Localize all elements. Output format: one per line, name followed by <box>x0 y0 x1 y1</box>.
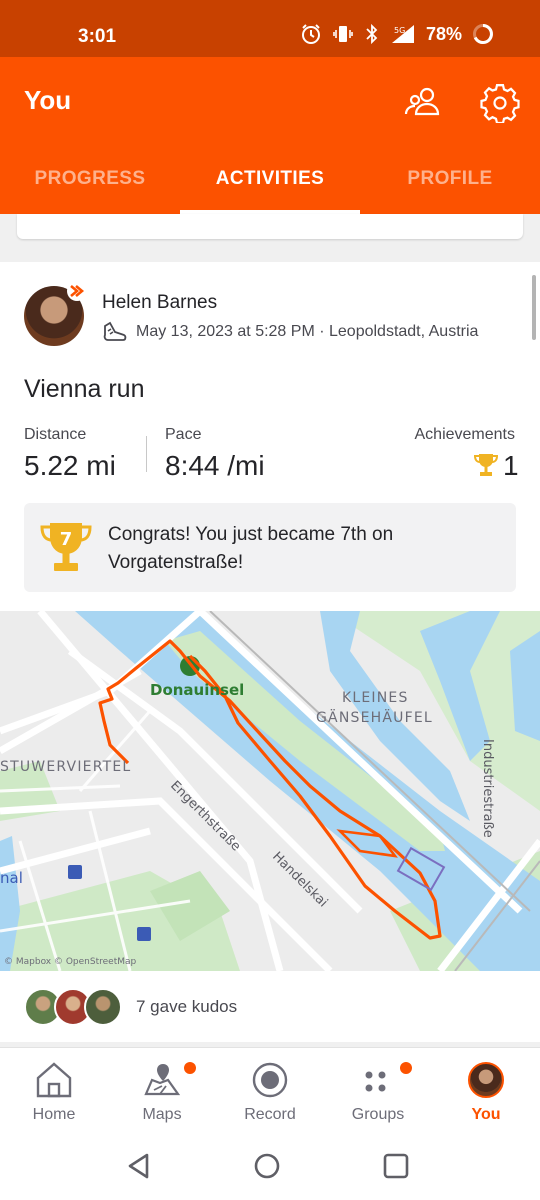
tab-profile[interactable]: PROFILE <box>360 153 540 214</box>
nav-you[interactable]: You <box>432 1048 540 1133</box>
home-icon <box>36 1062 72 1098</box>
kudos-avatars[interactable] <box>24 988 124 1026</box>
nav-groups-label: Groups <box>351 1106 405 1123</box>
svg-text:5G: 5G <box>394 26 405 35</box>
kudos-count[interactable]: 7 gave kudos <box>136 997 237 1017</box>
bluetooth-icon <box>366 23 378 45</box>
trophy-icon <box>474 454 498 476</box>
distance-label: Distance <box>24 426 87 443</box>
map-label-stuwerviertel: STUWERVIERTEL <box>0 759 131 775</box>
groups-icon <box>365 1071 386 1092</box>
previous-feed-card <box>17 214 523 239</box>
route-map[interactable]: Donauinsel KLEINES GÄNSEHÄUFEL STUWERVIE… <box>0 611 540 971</box>
recents-icon[interactable] <box>380 1150 412 1182</box>
battery-ring-icon <box>473 24 493 44</box>
status-time: 3:01 <box>78 26 117 47</box>
tab-activities[interactable]: ACTIVITIES <box>180 153 360 214</box>
nav-record-label: Record <box>244 1106 296 1123</box>
signal-5g-icon: 5G <box>391 25 414 43</box>
status-bar: 3:01 5G 78% <box>0 0 540 57</box>
app-header: You PROGRESS ACTIVITIES PROFILE <box>0 57 540 214</box>
rank-number: 7 <box>60 529 73 550</box>
nav-home[interactable]: Home <box>0 1048 108 1133</box>
map-attribution: © Mapbox © OpenStreetMap <box>4 957 137 967</box>
map-label-donauinsel: Donauinsel <box>150 681 244 699</box>
bottom-nav: Home Maps Record Groups You <box>0 1047 540 1132</box>
battery-percent: 78% <box>425 23 462 44</box>
achievements-label: Achievements <box>414 426 516 443</box>
nav-maps-label: Maps <box>142 1106 182 1123</box>
home-circle-icon[interactable] <box>251 1150 283 1182</box>
athlete-name[interactable]: Helen Barnes <box>102 292 217 314</box>
map-canvas: Donauinsel KLEINES GÄNSEHÄUFEL STUWERVIE… <box>0 611 540 971</box>
tab-bar: PROGRESS ACTIVITIES PROFILE <box>0 153 540 214</box>
pace-label: Pace <box>165 426 202 443</box>
vibrate-icon <box>333 26 353 42</box>
congrats-text: Congrats! You just became 7th on Vorgate… <box>108 524 394 573</box>
segment-achievement-banner[interactable]: 7 Congrats! You just became 7th on Vorga… <box>24 503 516 592</box>
find-friends-icon[interactable] <box>403 83 443 123</box>
map-label-industriestrasse: Industriestraße <box>480 739 495 838</box>
maps-icon <box>144 1064 181 1096</box>
tab-progress[interactable]: PROGRESS <box>0 153 180 214</box>
subscriber-badge-icon <box>67 281 87 301</box>
activity-date-location: May 13, 2023 at 5:28 PM · Leopoldstadt, … <box>136 323 479 340</box>
record-icon <box>252 1062 288 1098</box>
map-label-gaensehaeufel: GÄNSEHÄUFEL <box>316 708 433 726</box>
system-nav-bar <box>0 1132 540 1200</box>
status-icons: 5G 78% <box>300 23 494 45</box>
maps-notification-dot <box>184 1062 196 1074</box>
alarm-icon <box>301 24 320 44</box>
pace-value: 8:44 /mi <box>165 450 265 481</box>
nav-record[interactable]: Record <box>216 1048 324 1133</box>
nav-maps[interactable]: Maps <box>108 1048 216 1133</box>
page-title: You <box>24 85 72 115</box>
run-shoe-icon <box>103 321 127 341</box>
nav-home-label: Home <box>32 1106 76 1123</box>
stat-divider <box>146 436 147 472</box>
map-label-nal: nal <box>0 869 23 887</box>
achievements-value: 1 <box>503 450 519 481</box>
groups-notification-dot <box>400 1062 412 1074</box>
scrollbar[interactable] <box>532 275 536 340</box>
map-label-kleines: KLEINES <box>342 690 409 706</box>
rank-trophy-icon: 7 <box>40 523 92 571</box>
nav-groups[interactable]: Groups <box>324 1048 432 1133</box>
avatar-icon <box>468 1062 504 1098</box>
settings-gear-icon[interactable] <box>480 83 520 123</box>
back-icon[interactable] <box>123 1150 155 1182</box>
nav-you-label: You <box>471 1106 501 1123</box>
activity-title[interactable]: Vienna run <box>24 375 144 404</box>
distance-value: 5.22 mi <box>24 450 116 481</box>
kudos-avatar <box>84 988 122 1026</box>
